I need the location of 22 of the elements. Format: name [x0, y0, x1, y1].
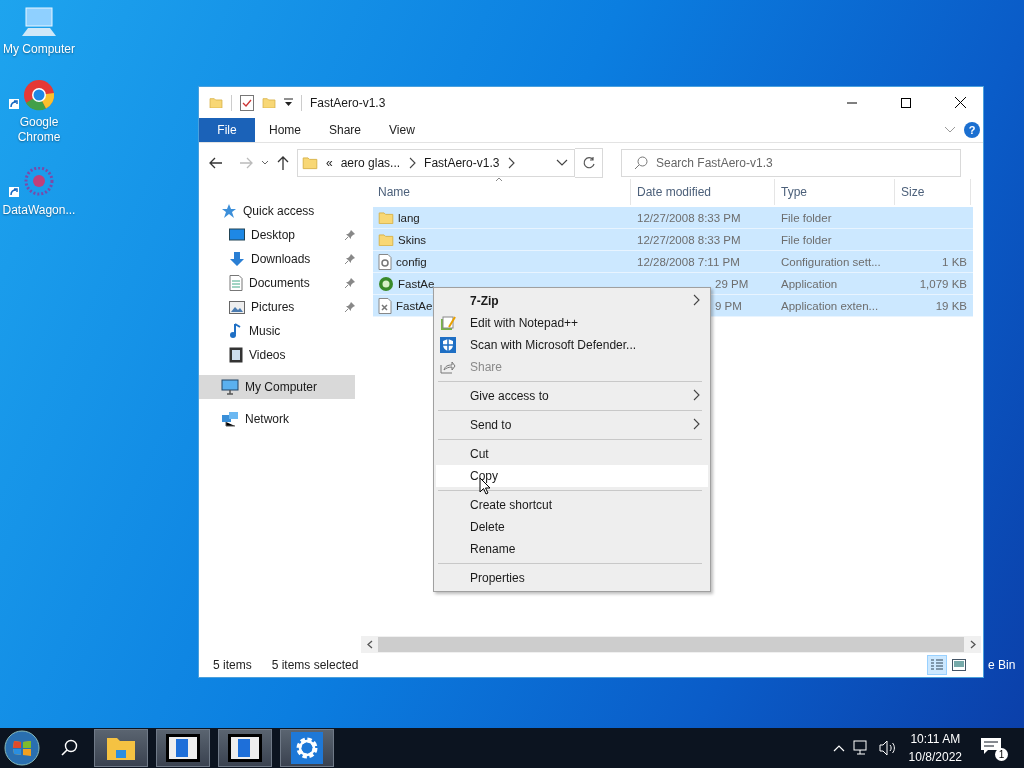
selection-count: 5 items selected: [271, 658, 359, 672]
date-cell: 12/27/2008 8:33 PM: [637, 233, 741, 246]
type-cell: Configuration sett...: [781, 255, 881, 268]
date-cell: 9 PM: [715, 299, 742, 312]
file-name: Skins: [398, 233, 427, 246]
file-name: config: [396, 255, 427, 268]
date-cell: 12/28/2008 7:11 PM: [637, 255, 740, 268]
file-name: FastAe: [396, 299, 433, 312]
size-cell: 1 KB: [942, 255, 967, 268]
file-name: FastAe: [398, 277, 435, 290]
size-cell: 1,079 KB: [919, 277, 967, 290]
date-cell: 12/27/2008 8:33 PM: [637, 211, 741, 224]
notification-badge: 1: [995, 748, 1008, 761]
type-cell: Application exten...: [781, 299, 879, 312]
size-cell: 19 KB: [935, 299, 967, 312]
type-cell: Application: [781, 277, 838, 290]
type-cell: File folder: [781, 233, 832, 246]
type-cell: File folder: [781, 211, 832, 224]
item-count: 5 items: [213, 658, 252, 672]
date-cell: 29 PM: [715, 277, 749, 290]
file-name: lang: [398, 211, 420, 224]
window-title: FastAero-v1.3: [310, 95, 386, 110]
